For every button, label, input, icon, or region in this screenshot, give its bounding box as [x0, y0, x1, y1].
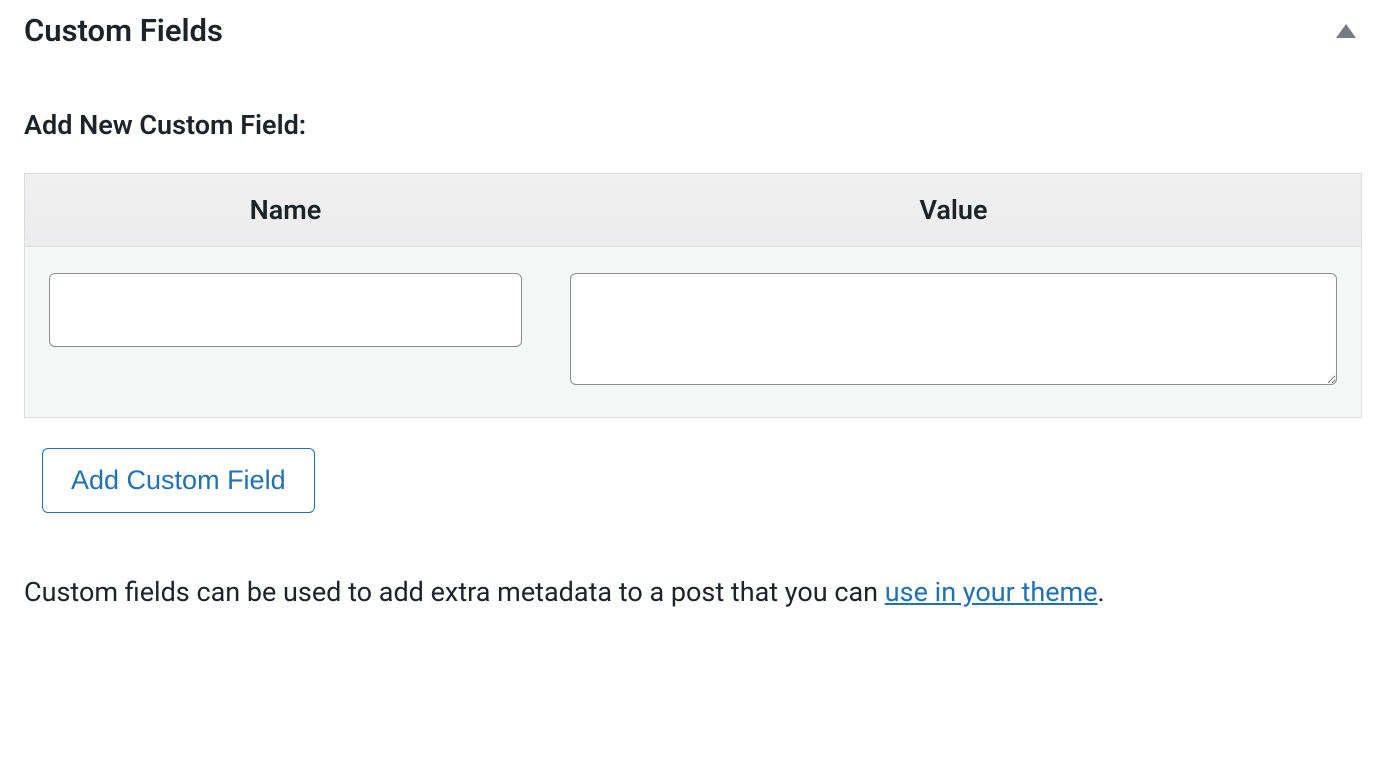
add-custom-field-button[interactable]: Add Custom Field [42, 448, 315, 513]
panel-header: Custom Fields [24, 12, 1362, 79]
description-prefix: Custom fields can be used to add extra m… [24, 576, 885, 608]
custom-fields-table: Name Value [24, 173, 1362, 418]
custom-field-value-textarea[interactable] [570, 273, 1337, 385]
description-text: Custom fields can be used to add extra m… [24, 569, 1362, 616]
custom-field-name-input[interactable] [49, 273, 522, 347]
custom-fields-panel: Custom Fields Add New Custom Field: Name… [0, 0, 1386, 640]
chevron-up-icon [1336, 24, 1356, 38]
description-suffix: . [1098, 576, 1105, 608]
collapse-toggle[interactable] [1330, 20, 1362, 42]
column-header-name: Name [25, 174, 546, 247]
add-new-subheading: Add New Custom Field: [24, 109, 1362, 141]
column-header-value: Value [546, 174, 1362, 247]
use-in-theme-link[interactable]: use in your theme [885, 576, 1098, 608]
panel-title: Custom Fields [24, 12, 223, 49]
table-row [25, 247, 1362, 418]
